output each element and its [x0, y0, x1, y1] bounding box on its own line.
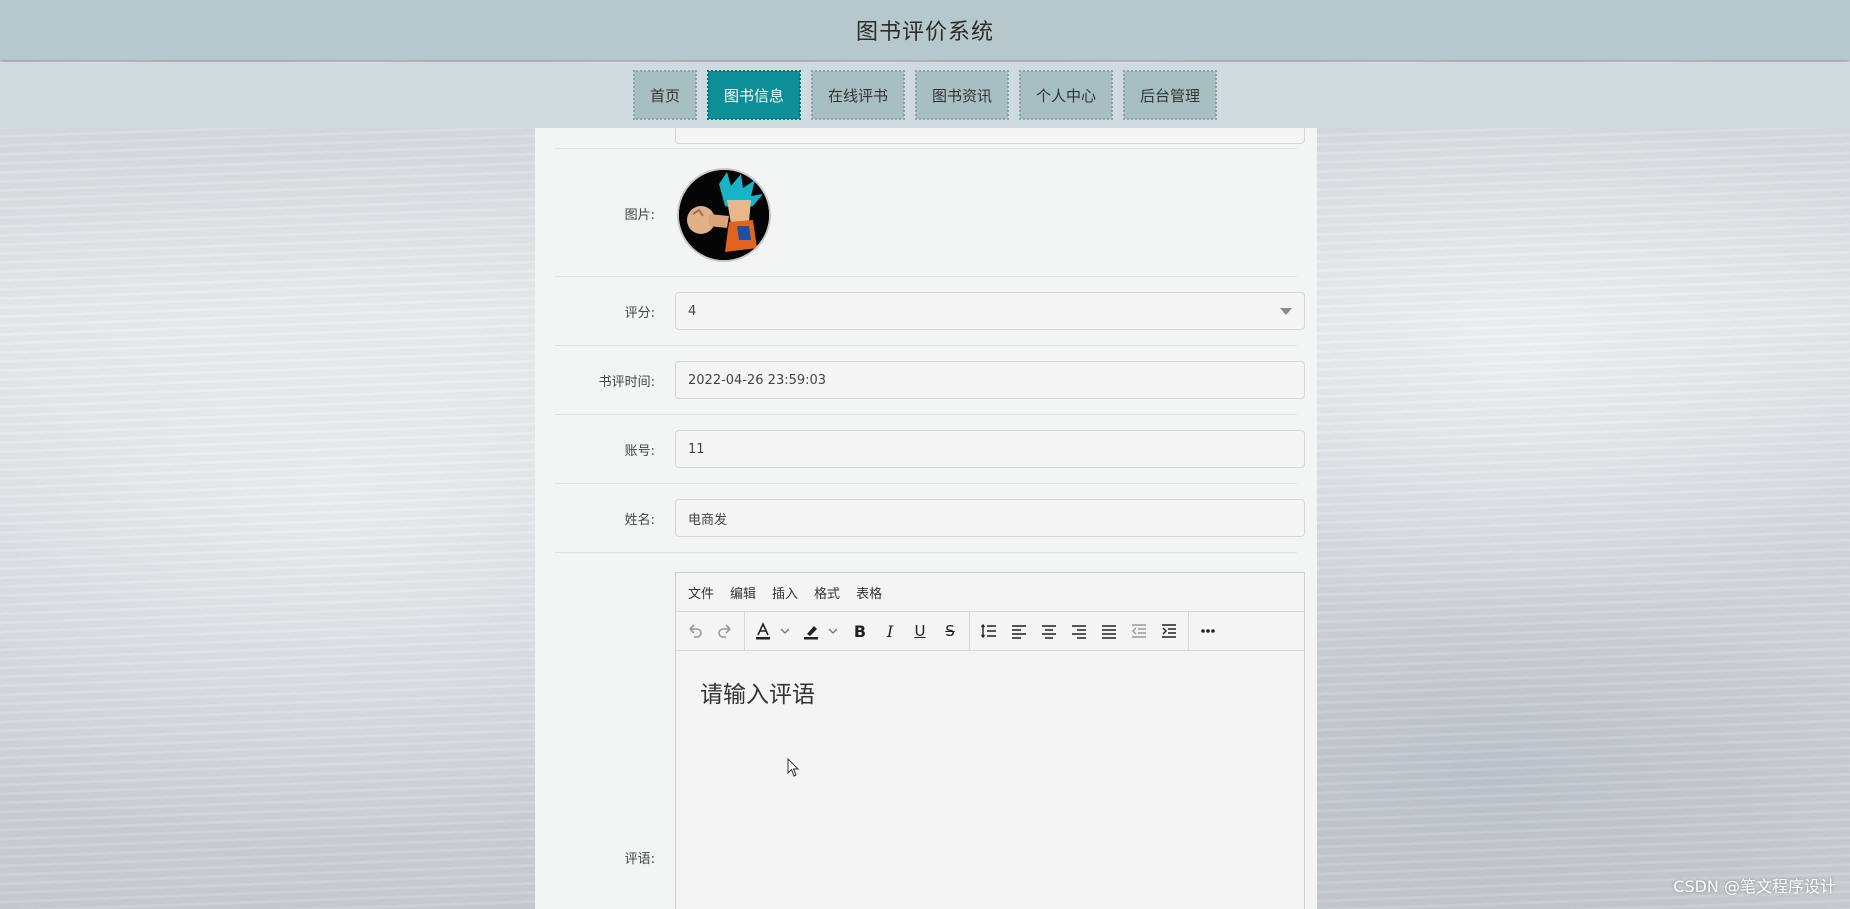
redo-icon[interactable]	[710, 616, 740, 646]
menu-edit[interactable]: 编辑	[730, 583, 756, 602]
account-value: 11	[688, 441, 705, 457]
account-field[interactable]: 11	[675, 430, 1305, 468]
rating-value: 4	[688, 303, 697, 319]
image-label: 图片:	[624, 208, 655, 223]
comment-label: 评语:	[624, 852, 655, 867]
book-image-picture	[679, 170, 769, 260]
nav-item-personal-center[interactable]: 个人中心	[1019, 70, 1114, 120]
name-label: 姓名:	[624, 513, 655, 528]
undo-icon[interactable]	[680, 616, 710, 646]
align-left-icon[interactable]	[1004, 616, 1034, 646]
rating-select[interactable]: 4	[675, 292, 1305, 330]
mouse-cursor-icon	[787, 758, 800, 777]
form-panel: 图片: 评分: 4 书评时间: 2022-04-26 23:59:03 账号: …	[535, 106, 1317, 909]
toolbar-group-history	[676, 612, 745, 650]
outdent-icon[interactable]	[1124, 616, 1154, 646]
nav-item-admin[interactable]: 后台管理	[1123, 70, 1218, 120]
menu-file[interactable]: 文件	[688, 583, 714, 602]
book-image[interactable]	[677, 168, 771, 262]
strikethrough-icon[interactable]: S	[935, 616, 965, 646]
account-label: 账号:	[624, 444, 655, 459]
italic-icon[interactable]: I	[875, 616, 905, 646]
chevron-down-icon	[1280, 308, 1292, 315]
underline-icon[interactable]: U	[905, 616, 935, 646]
rating-label: 评分:	[624, 306, 655, 321]
nav-item-book-info[interactable]: 图书信息	[706, 70, 801, 120]
rich-text-editor: 文件 编辑 插入 格式 表格 B I U S 请输入评语	[675, 572, 1305, 909]
editor-menubar: 文件 编辑 插入 格式 表格	[676, 573, 1304, 612]
menu-format[interactable]: 格式	[814, 583, 840, 602]
review-time-label: 书评时间:	[598, 375, 655, 390]
form-row-partial	[555, 106, 1305, 149]
nav-item-book-news[interactable]: 图书资讯	[914, 70, 1010, 120]
form-row-review-time: 书评时间: 2022-04-26 23:59:03	[555, 345, 1305, 415]
align-justify-icon[interactable]	[1094, 616, 1124, 646]
site-title: 图书评价系统	[855, 20, 994, 45]
main-nav: 首页 图书信息 在线评书 图书资讯 个人中心 后台管理	[0, 62, 1850, 128]
form-row-rating: 评分: 4	[555, 276, 1305, 346]
bold-icon[interactable]: B	[845, 616, 875, 646]
site-header: 图书评价系统	[0, 0, 1850, 60]
name-field[interactable]: 电商发	[675, 499, 1305, 537]
editor-content[interactable]: 请输入评语	[676, 651, 1304, 733]
form-row-account: 账号: 11	[555, 414, 1305, 484]
name-value: 电商发	[688, 512, 728, 528]
review-time-field[interactable]: 2022-04-26 23:59:03	[675, 361, 1305, 399]
menu-insert[interactable]: 插入	[772, 583, 798, 602]
indent-icon[interactable]	[1154, 616, 1184, 646]
form-row-image: 图片:	[555, 148, 1297, 277]
form-row-comment: 评语: 文件 编辑 插入 格式 表格 B I U S 请输入评语	[555, 552, 1305, 909]
align-center-icon[interactable]	[1034, 616, 1064, 646]
review-time-value: 2022-04-26 23:59:03	[688, 372, 827, 388]
toolbar-group-more	[1189, 612, 1227, 650]
align-right-icon[interactable]	[1064, 616, 1094, 646]
nav-item-online-review[interactable]: 在线评书	[810, 70, 906, 120]
more-icon[interactable]	[1193, 616, 1223, 646]
text-color-icon[interactable]	[749, 616, 797, 646]
editor-placeholder-text: 请输入评语	[700, 682, 815, 708]
line-height-icon[interactable]	[974, 616, 1004, 646]
editor-toolbar: B I U S	[676, 612, 1304, 651]
toolbar-group-format: B I U S	[745, 612, 970, 650]
highlight-color-icon[interactable]	[797, 616, 845, 646]
toolbar-group-align	[970, 612, 1189, 650]
menu-table[interactable]: 表格	[856, 583, 882, 602]
form-row-name: 姓名: 电商发	[555, 483, 1305, 553]
watermark: CSDN @笔文程序设计	[1673, 877, 1836, 896]
nav-item-home[interactable]: 首页	[632, 70, 697, 120]
